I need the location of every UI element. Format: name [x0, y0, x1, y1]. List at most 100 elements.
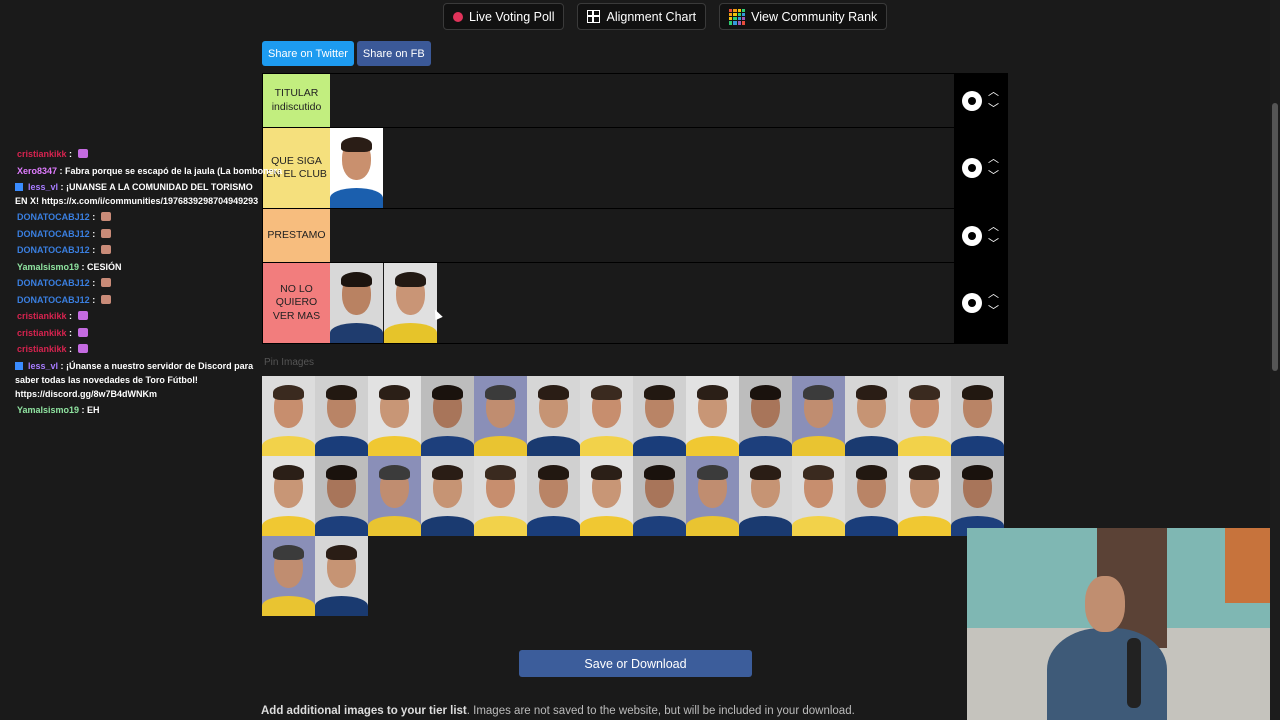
add-images-link[interactable]: Add additional images to your tier list: [261, 705, 467, 717]
chat-username: DONATOCABJ12: [17, 294, 90, 305]
share-twitter-button[interactable]: Share on Twitter: [262, 41, 354, 66]
chat-text: :: [89, 278, 98, 288]
share-buttons: Share on Twitter Share on FB: [262, 41, 431, 66]
chat-username: DONATOCABJ12: [17, 278, 90, 288]
tier-dropzone[interactable]: [330, 74, 954, 127]
tier-list: TITULAR indiscutido ︿ ﹀ QUE SIGA EN EL CL…: [262, 73, 1008, 344]
chevron-up-icon[interactable]: ︿: [988, 289, 999, 300]
chat-text: : Fabra porque se escapó de la jaula (La…: [57, 165, 283, 176]
gear-icon[interactable]: [962, 90, 982, 111]
pool-player-photo[interactable]: [633, 376, 686, 456]
pool-player-photo[interactable]: [580, 456, 633, 536]
chevron-up-icon[interactable]: ︿: [988, 86, 999, 98]
pool-player-photo[interactable]: [580, 376, 633, 456]
live-voting-poll-button[interactable]: Live Voting Poll: [443, 3, 565, 30]
save-download-button[interactable]: Save or Download: [519, 650, 752, 677]
pool-player-photo[interactable]: [739, 456, 792, 536]
pool-player-photo[interactable]: [898, 456, 951, 536]
record-dot-icon: [453, 11, 463, 22]
chat-text: :: [66, 327, 75, 338]
chevron-down-icon[interactable]: ﹀: [988, 103, 999, 115]
chat-text: : EH: [79, 404, 100, 415]
tier-controls: ︿ ﹀: [954, 209, 1007, 262]
chat-emote-icon: [100, 212, 111, 221]
pool-player-photo[interactable]: [739, 376, 792, 456]
pool-player-photo[interactable]: [633, 456, 686, 536]
chat-message: DONATOCABJ12 :: [15, 209, 265, 226]
chevron-down-icon[interactable]: ﹀: [988, 171, 999, 182]
share-facebook-button[interactable]: Share on FB: [356, 41, 431, 66]
tier-dropzone[interactable]: [330, 209, 954, 262]
alignment-chart-button[interactable]: Alignment Chart: [577, 3, 707, 30]
tier-label[interactable]: TITULAR indiscutido: [263, 74, 330, 127]
pool-player-photo[interactable]: [527, 456, 580, 536]
chat-text: :: [66, 344, 75, 354]
gear-icon[interactable]: [962, 225, 982, 246]
chat-message: Yamalsismo19 : CESIÓN: [15, 259, 265, 276]
chat-username: Yamalsismo19: [17, 261, 80, 272]
alignment-chart-label: Alignment Chart: [606, 9, 697, 24]
pool-player-photo[interactable]: [474, 376, 527, 456]
stream-chat-overlay: cristiankikk : Xero8347 : Fabra porque s…: [15, 146, 282, 419]
pool-player-photo[interactable]: [845, 376, 898, 456]
tier-row: TITULAR indiscutido ︿ ﹀: [263, 74, 1007, 128]
chat-emote-icon: [77, 344, 88, 353]
pool-player-photo[interactable]: [368, 456, 421, 536]
pool-player-photo[interactable]: [474, 456, 527, 536]
pool-player-photo[interactable]: [315, 456, 368, 536]
view-community-rank-button[interactable]: View Community Rank: [719, 3, 888, 30]
add-images-note: Add additional images to your tier list.…: [261, 705, 855, 717]
tier-controls: ︿ ﹀: [954, 128, 1007, 208]
pool-player-photo[interactable]: [898, 376, 951, 456]
pool-player-photo[interactable]: [421, 376, 474, 456]
chat-username: DONATOCABJ12: [17, 212, 90, 222]
pool-player-photo[interactable]: [421, 456, 474, 536]
pool-player-photo[interactable]: [527, 376, 580, 456]
tier-label[interactable]: PRESTAMO: [263, 209, 330, 262]
pool-player-photo[interactable]: [262, 376, 315, 456]
chat-badge-icon: [15, 183, 23, 191]
chat-message: Xero8347 : Fabra porque se escapó de la …: [15, 163, 282, 180]
chat-message: Yamalsismo19 : EH: [15, 402, 265, 419]
chevron-up-icon[interactable]: ︿: [988, 154, 999, 165]
pool-player-photo[interactable]: [686, 456, 739, 536]
chat-username: cristiankikk: [17, 311, 67, 321]
image-pool: [262, 376, 1008, 616]
view-community-rank-label: View Community Rank: [751, 9, 878, 24]
pool-player-photo[interactable]: [262, 536, 315, 616]
pool-player-photo[interactable]: [262, 456, 315, 536]
pool-player-photo[interactable]: [951, 376, 1004, 456]
pool-player-photo[interactable]: [368, 376, 421, 456]
pool-player-photo[interactable]: [951, 456, 1004, 536]
gear-icon[interactable]: [962, 293, 982, 313]
tier-dropzone[interactable]: [330, 263, 954, 343]
pool-player-photo[interactable]: [686, 376, 739, 456]
tier-row: PRESTAMO ︿ ﹀: [263, 209, 1007, 263]
chat-username: DONATOCABJ12: [17, 245, 90, 255]
grid-icon: [587, 10, 601, 23]
pool-player-photo[interactable]: [792, 376, 845, 456]
player-photo[interactable]: [384, 263, 437, 343]
chevron-down-icon[interactable]: ﹀: [988, 238, 999, 250]
chevron-down-icon[interactable]: ﹀: [988, 306, 999, 317]
pool-player-photo[interactable]: [315, 536, 368, 616]
chat-text: :: [89, 212, 98, 222]
chat-message: cristiankikk :: [15, 341, 265, 358]
player-photo[interactable]: [330, 128, 383, 208]
chat-username: Xero8347: [17, 165, 58, 176]
chevron-up-icon[interactable]: ︿: [988, 221, 999, 233]
tier-dropzone[interactable]: [330, 128, 954, 208]
pool-player-photo[interactable]: [845, 456, 898, 536]
chat-message: DONATOCABJ12 :: [15, 226, 265, 243]
tier-controls: ︿ ﹀: [954, 74, 1007, 127]
pool-player-photo[interactable]: [792, 456, 845, 536]
scrollbar-thumb[interactable]: [1272, 103, 1278, 371]
pool-player-photo[interactable]: [315, 376, 368, 456]
chat-text: :: [89, 294, 98, 305]
page-scrollbar[interactable]: [1270, 0, 1280, 720]
player-photo[interactable]: [330, 263, 383, 343]
gear-icon[interactable]: [962, 158, 982, 178]
tier-label[interactable]: NO LO QUIERO VER MAS: [263, 263, 330, 343]
rank-grid-icon: [729, 8, 746, 25]
chat-message: DONATOCABJ12 :: [15, 275, 265, 292]
